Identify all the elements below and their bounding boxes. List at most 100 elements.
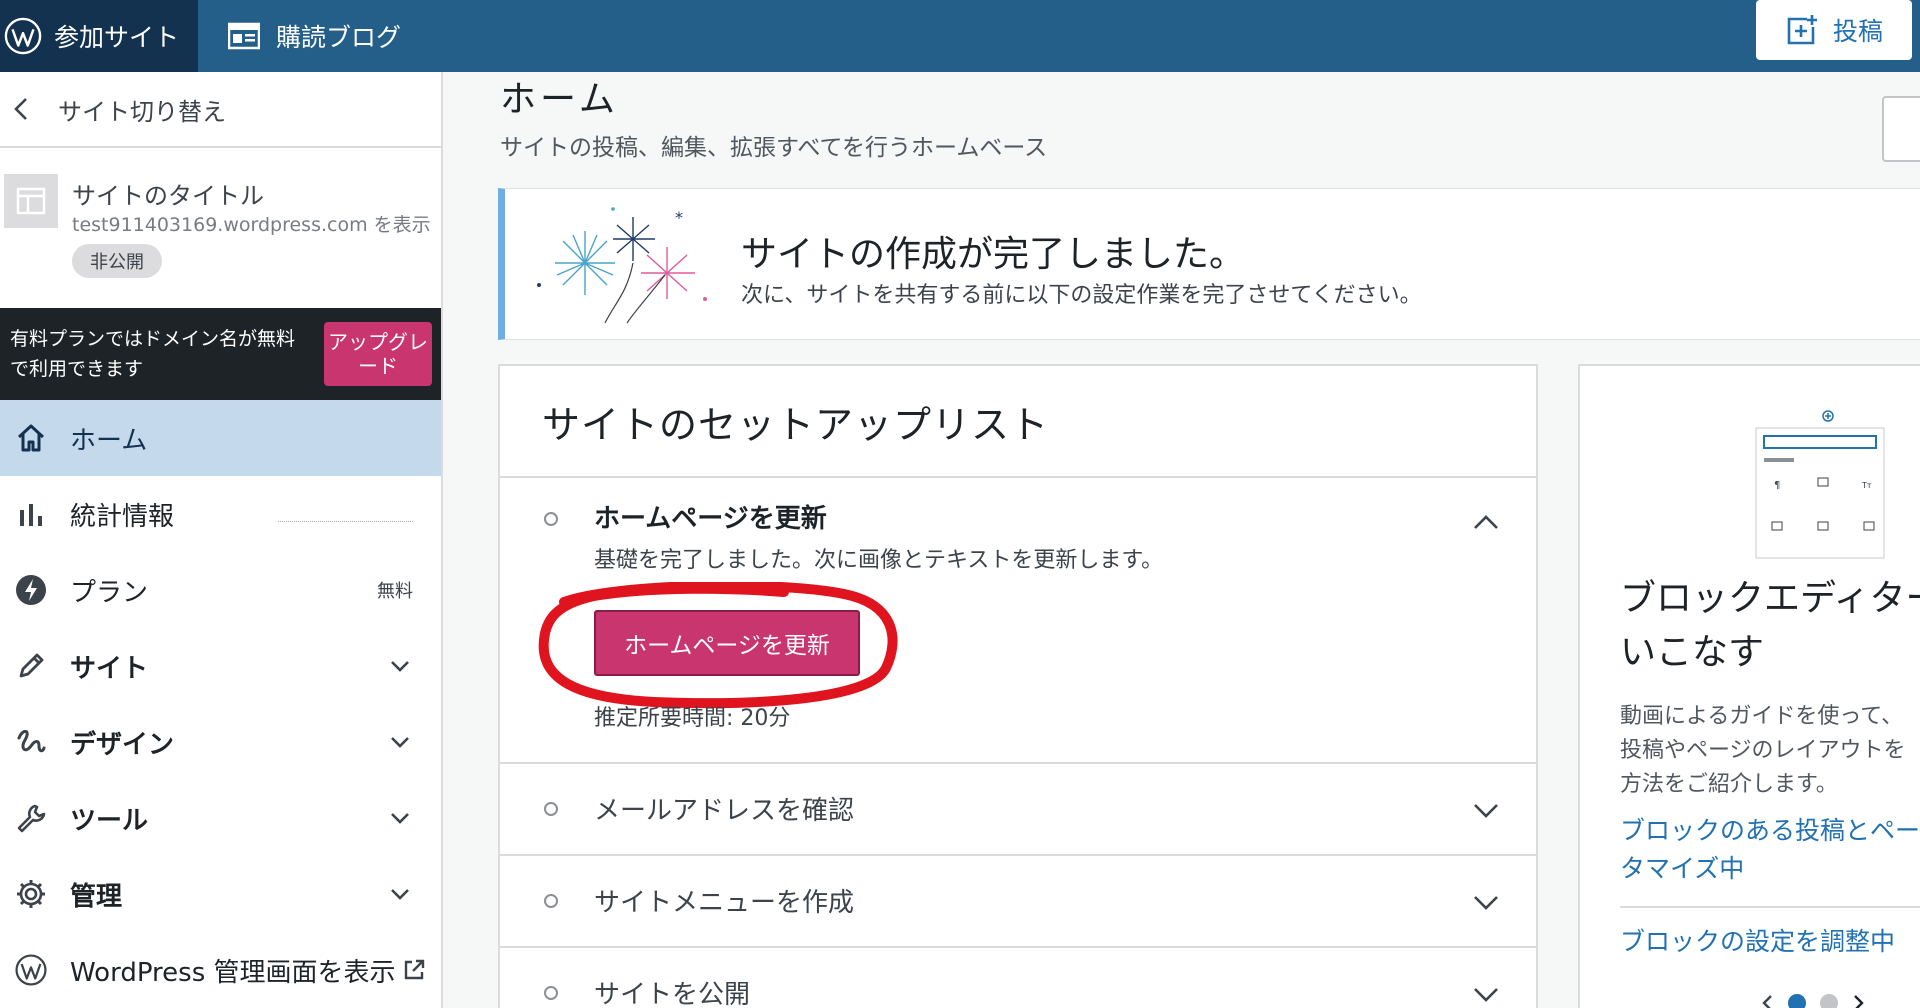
current-site-card[interactable]: サイトのタイトル test911403169.wordpress.com を表示… bbox=[0, 148, 441, 308]
plan-tier-label: 無料 bbox=[377, 581, 413, 602]
site-placeholder-icon bbox=[16, 187, 46, 215]
write-label: 投稿 bbox=[1832, 17, 1883, 46]
site-title: サイトのタイトル bbox=[72, 182, 264, 210]
site-created-banner: * サイトの作成が完了しました。 次に、サイトを共有する前に以下の設定作業を完了… bbox=[498, 188, 1920, 340]
chevron-up-icon[interactable] bbox=[1472, 514, 1500, 530]
gear-icon bbox=[14, 877, 48, 911]
checklist-title: サイトのセットアップリスト bbox=[500, 366, 1536, 478]
sidebar: サイト切り替え サイトのタイトル test911403169.wordpress… bbox=[0, 72, 443, 1008]
task-title: ホームページを更新 bbox=[594, 504, 827, 534]
upgrade-button[interactable]: アップグレード bbox=[324, 322, 432, 386]
task-create-menu[interactable]: サイトメニューを作成 bbox=[500, 856, 1536, 948]
task-description: 基礎を完了しました。次に画像とテキストを更新します。 bbox=[594, 548, 1164, 573]
sidebar-item-label: デザイン bbox=[70, 729, 175, 760]
chevron-down-icon bbox=[391, 889, 409, 900]
chevron-left-icon bbox=[14, 98, 27, 120]
banner-subtitle: 次に、サイトを共有する前に以下の設定作業を完了させてください。 bbox=[741, 283, 1422, 308]
sidebar-item-plan[interactable]: プラン 無料 bbox=[0, 552, 441, 628]
tutorial-link-line: タマイズ中 bbox=[1620, 854, 1745, 883]
sidebar-item-label: WordPress 管理画面を表示 bbox=[70, 957, 396, 988]
sidebar-item-label: プラン bbox=[70, 577, 149, 608]
chevron-down-icon[interactable] bbox=[1472, 986, 1500, 1002]
banner-title: サイトの作成が完了しました。 bbox=[741, 234, 1246, 275]
site-url-link[interactable]: test911403169.wordpress.com を表示 bbox=[72, 210, 431, 237]
task-estimated-time: 推定所要時間: 20分 bbox=[594, 706, 791, 731]
card-description: 動画によるガイドを使って、 投稿やページのレイアウトを 方法をご紹介します。 bbox=[1620, 700, 1906, 802]
site-icon bbox=[4, 174, 58, 228]
sidebar-item-design[interactable]: デザイン bbox=[0, 704, 441, 780]
svg-text:Tт: Tт bbox=[1861, 481, 1872, 490]
task-launch-site[interactable]: サイトを公開 bbox=[500, 948, 1536, 1008]
domain-upsell-banner: 有料プランではドメイン名が無料で利用できます アップグレード bbox=[0, 308, 441, 400]
stats-icon bbox=[14, 497, 48, 531]
reader-icon bbox=[228, 22, 260, 50]
sidebar-item-manage[interactable]: 管理 bbox=[0, 856, 441, 932]
card-title-line: いこなす bbox=[1620, 632, 1765, 673]
external-link-icon bbox=[404, 959, 424, 980]
my-sites-button[interactable]: 参加サイト bbox=[0, 0, 198, 72]
pager-dot-active[interactable] bbox=[1788, 994, 1806, 1008]
chevron-down-icon bbox=[391, 661, 409, 672]
write-post-button[interactable]: 投稿 bbox=[1756, 0, 1912, 60]
sidebar-item-home[interactable]: ホーム bbox=[0, 400, 441, 476]
design-icon bbox=[14, 725, 48, 759]
task-title: サイトを公開 bbox=[594, 980, 751, 1008]
my-sites-label: 参加サイト bbox=[54, 23, 180, 52]
tutorial-link-line: ブロックのある投稿とペー bbox=[1620, 816, 1920, 845]
block-editor-tutorial-card: ¶ Tт ブロックエディター いこなす 動画によるガイドを使って、 投稿やページ… bbox=[1578, 364, 1920, 1008]
chevron-right-icon[interactable] bbox=[1852, 993, 1866, 1008]
card-description-line: 方法をご紹介します。 bbox=[1620, 772, 1838, 797]
pager-dot[interactable] bbox=[1820, 994, 1838, 1008]
sidebar-item-wp-admin[interactable]: WordPress 管理画面を表示 bbox=[0, 932, 441, 1008]
reader-button[interactable]: 購読ブログ bbox=[228, 18, 401, 54]
wrench-icon bbox=[14, 801, 48, 835]
task-update-homepage[interactable]: ホームページを更新 基礎を完了しました。次に画像とテキストを更新します。 ホーム… bbox=[500, 478, 1536, 764]
header-action-button[interactable] bbox=[1882, 96, 1920, 162]
wordpress-logo-icon bbox=[4, 17, 42, 55]
page-subtitle: サイトの投稿、編集、拡張すべてを行うホームベース bbox=[500, 135, 1048, 161]
sidebar-item-label: ホーム bbox=[70, 425, 148, 456]
sidebar-item-label: サイト bbox=[70, 653, 149, 684]
home-icon bbox=[14, 421, 48, 455]
privacy-badge: 非公開 bbox=[72, 244, 162, 278]
svg-text:*: * bbox=[675, 208, 683, 227]
chevron-down-icon bbox=[391, 737, 409, 748]
tutorial-link-posts-pages[interactable]: ブロックのある投稿とペー タマイズ中 bbox=[1620, 812, 1920, 888]
plan-icon bbox=[14, 573, 48, 607]
task-status-icon bbox=[544, 512, 558, 526]
switch-site-button[interactable]: サイト切り替え bbox=[0, 72, 441, 148]
chevron-down-icon[interactable] bbox=[1472, 894, 1500, 910]
card-pager bbox=[1760, 988, 1910, 1008]
sidebar-item-stats[interactable]: 統計情報 bbox=[0, 476, 441, 552]
chevron-left-icon[interactable] bbox=[1760, 993, 1774, 1008]
block-editor-illustration: ¶ Tт bbox=[1755, 410, 1885, 559]
sidebar-item-label: 管理 bbox=[70, 881, 123, 912]
svg-text:¶: ¶ bbox=[1774, 480, 1780, 491]
page-title: ホーム bbox=[500, 79, 619, 120]
wordpress-icon bbox=[14, 953, 48, 987]
upsell-text: 有料プランではドメイン名が無料で利用できます bbox=[10, 328, 296, 380]
masterbar: 参加サイト 購読ブログ 投稿 bbox=[0, 0, 1920, 72]
task-status-icon bbox=[544, 986, 558, 1000]
card-title: ブロックエディター いこなす bbox=[1620, 572, 1920, 680]
card-title-line: ブロックエディター bbox=[1620, 578, 1920, 619]
reader-label: 購読ブログ bbox=[276, 23, 402, 52]
sidebar-item-tools[interactable]: ツール bbox=[0, 780, 441, 856]
task-title: サイトメニューを作成 bbox=[594, 888, 855, 918]
task-verify-email[interactable]: メールアドレスを確認 bbox=[500, 764, 1536, 856]
task-title: メールアドレスを確認 bbox=[594, 796, 855, 826]
tutorial-link-block-settings[interactable]: ブロックの設定を調整中 bbox=[1620, 922, 1895, 958]
card-description-line: 投稿やページのレイアウトを bbox=[1620, 738, 1906, 763]
pencil-icon bbox=[14, 649, 48, 683]
chevron-down-icon[interactable] bbox=[1472, 802, 1500, 818]
update-homepage-button[interactable]: ホームページを更新 bbox=[594, 610, 860, 676]
sidebar-item-label: 統計情報 bbox=[70, 501, 175, 532]
sidebar-item-label: ツール bbox=[70, 805, 149, 836]
card-divider bbox=[1620, 906, 1920, 908]
setup-checklist: サイトのセットアップリスト ホームページを更新 基礎を完了しました。次に画像とテ… bbox=[498, 364, 1538, 1008]
task-status-icon bbox=[544, 802, 558, 816]
chevron-down-icon bbox=[391, 813, 409, 824]
task-status-icon bbox=[544, 894, 558, 908]
sidebar-item-site[interactable]: サイト bbox=[0, 628, 441, 704]
switch-site-label: サイト切り替え bbox=[58, 97, 226, 126]
